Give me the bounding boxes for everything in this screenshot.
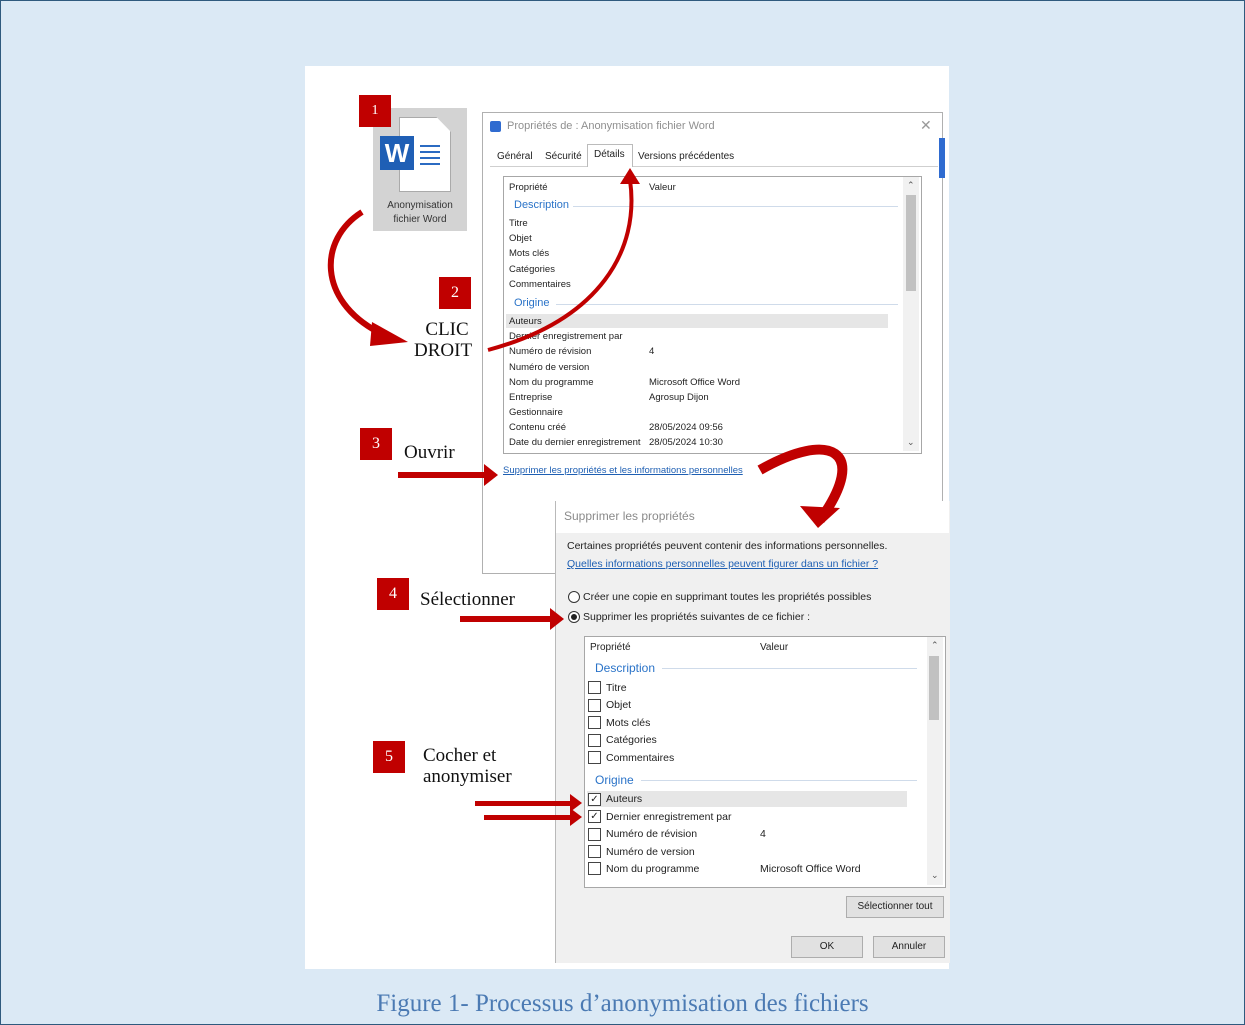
step-2-label-line-2: DROIT — [414, 340, 473, 361]
step-3-badge: 3 — [360, 428, 392, 460]
step-5-label-line-2: anonymiser — [423, 766, 512, 787]
step-5-label-line-1: Cocher et — [423, 745, 497, 766]
step-4-label: Sélectionner — [420, 589, 515, 610]
step-4-badge: 4 — [377, 578, 409, 610]
step-2-badge: 2 — [439, 277, 471, 309]
step-2-label-line-1: CLIC — [425, 319, 469, 340]
figure-caption: Figure 1- Processus d’anonymisation des … — [376, 990, 869, 1017]
step-5-badge: 5 — [373, 741, 405, 773]
step-2-label: CLIC DROIT — [414, 319, 472, 361]
annotation-arrows — [327, 168, 848, 826]
step-1-badge: 1 — [359, 95, 391, 127]
step-5-label: Cocher et anonymiser — [423, 745, 512, 787]
step-3-label: Ouvrir — [404, 442, 455, 463]
